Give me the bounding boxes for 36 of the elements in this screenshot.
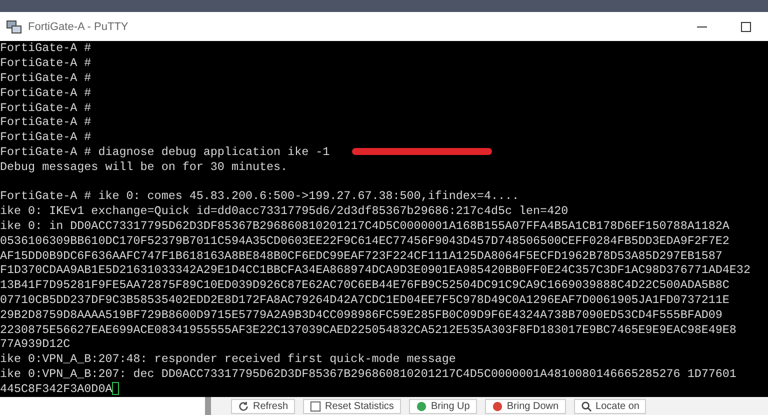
maximize-icon [740,20,752,32]
search-icon [580,400,592,412]
toolbar-button[interactable]: Reset Statistics [303,398,401,414]
terminal-line: Debug messages will be on for 30 minutes. [0,160,288,174]
terminal-line: 13B41F7D95281F9FE5AA72875F89C10ED039D926C87E62AC70C6EB44E76FB9C52504DC91C9CA9C1669039888C4D22C500ADA5B8C [0,278,730,292]
terminal-line: 445C8F342F3A0D0A [0,382,112,396]
terminal-line: F1D370CDAA9AB1E5D21631033342A29E1D4CC1BBCFA34EA868974DCA9D3E0901EA985420BB0FF0E24C357C3DF1AC98D376771AD4E32 [0,263,750,278]
terminal-line: ike 0:VPN_A_B:207: dec DD0ACC73317795D62D3DF85367B296860810201217C4D5C0000001A4810080146665285276 1D77601 [0,366,736,381]
terminal-line: 07710CB5DD237DF9C3B58535402EDD2E8D172FA8AC79264D42A7CDC1ED04EE7F5C978D49C0A1296EAF7D0061905JA1FD0737211E [0,292,730,307]
refresh-icon [238,400,249,412]
terminal-line: 0536106309BB610DC170F52379B7011C594A35CD0603EE22F9C614EC77456F9043D457D748506500CEFF0284FB5DD3EDA9F2F7E2 [0,234,730,248]
terminal-line: FortiGate-A # [0,115,92,130]
terminal-line: FortiGate-A # [0,130,92,144]
toolbar-button[interactable]: Refresh [231,398,296,414]
terminal-line: FortiGate-A # ike 0: comes 45.83.200.6:500->199.27.67.38:500,ifindex=4.... [0,189,520,204]
terminal-line: AF15DD0B9DC6F636AAFC747F1B618163A8BE848B0CF6EDC99EAF723F224CF111A125DA8064F5ECFD1962B78D53A85D297EB1587 [0,248,722,263]
terminal-line: ike 0: in DD0ACC73317795D62D3DF85367B296860810201217C4D5C0000001A168B155A07FFA4B5A1CB178D6EF150788A1182A [0,218,730,233]
reset-icon [310,400,322,412]
terminal-line: 77A939D12C [0,337,70,352]
terminal-line: FortiGate-A # [0,56,92,70]
toolbar-button[interactable]: Bring Down [484,398,566,414]
terminal-line: FortiGate-A # [0,86,92,100]
terminal-line: FortiGate-A # diagnose debug application ike -1 [0,144,330,159]
terminal-line: 29B2D8759D8AAAA519BF729B8600D9715E5779A2A9B3D4CC098986FC59E285FB0C09D9F6E4324A738B7090ED53CD4F555BFAD09 [0,308,722,322]
terminal-line: ike 0:VPN_A_B:207:48: responder received first quick-mode message [0,352,456,366]
up-status-icon [416,400,427,412]
terminal-line: 2230875E56627EAE699ACE08341955555AF3E22C137039CAED225054832CA5212E535A303F8FD183017E9BC7465E9E9EAC98E49E8 [0,322,736,337]
toolbar-button[interactable]: Bring Up [408,398,477,414]
terminal-line: FortiGate-A # [0,41,92,56]
computer-icon [6,18,22,34]
terminal-line: FortiGate-A # [0,70,92,85]
terminal-line: FortiGate-A # [0,100,92,115]
window-title: FortiGate-A - PuTTY [28,20,128,32]
terminal-line: ike 0: IKEv1 exchange=Quick id=dd0acc73317795d6/2d3df85367b29686:217c4d5c len=420 [0,204,568,218]
toolbar-button[interactable]: Locate on [574,398,646,414]
down-status-icon [492,400,503,412]
